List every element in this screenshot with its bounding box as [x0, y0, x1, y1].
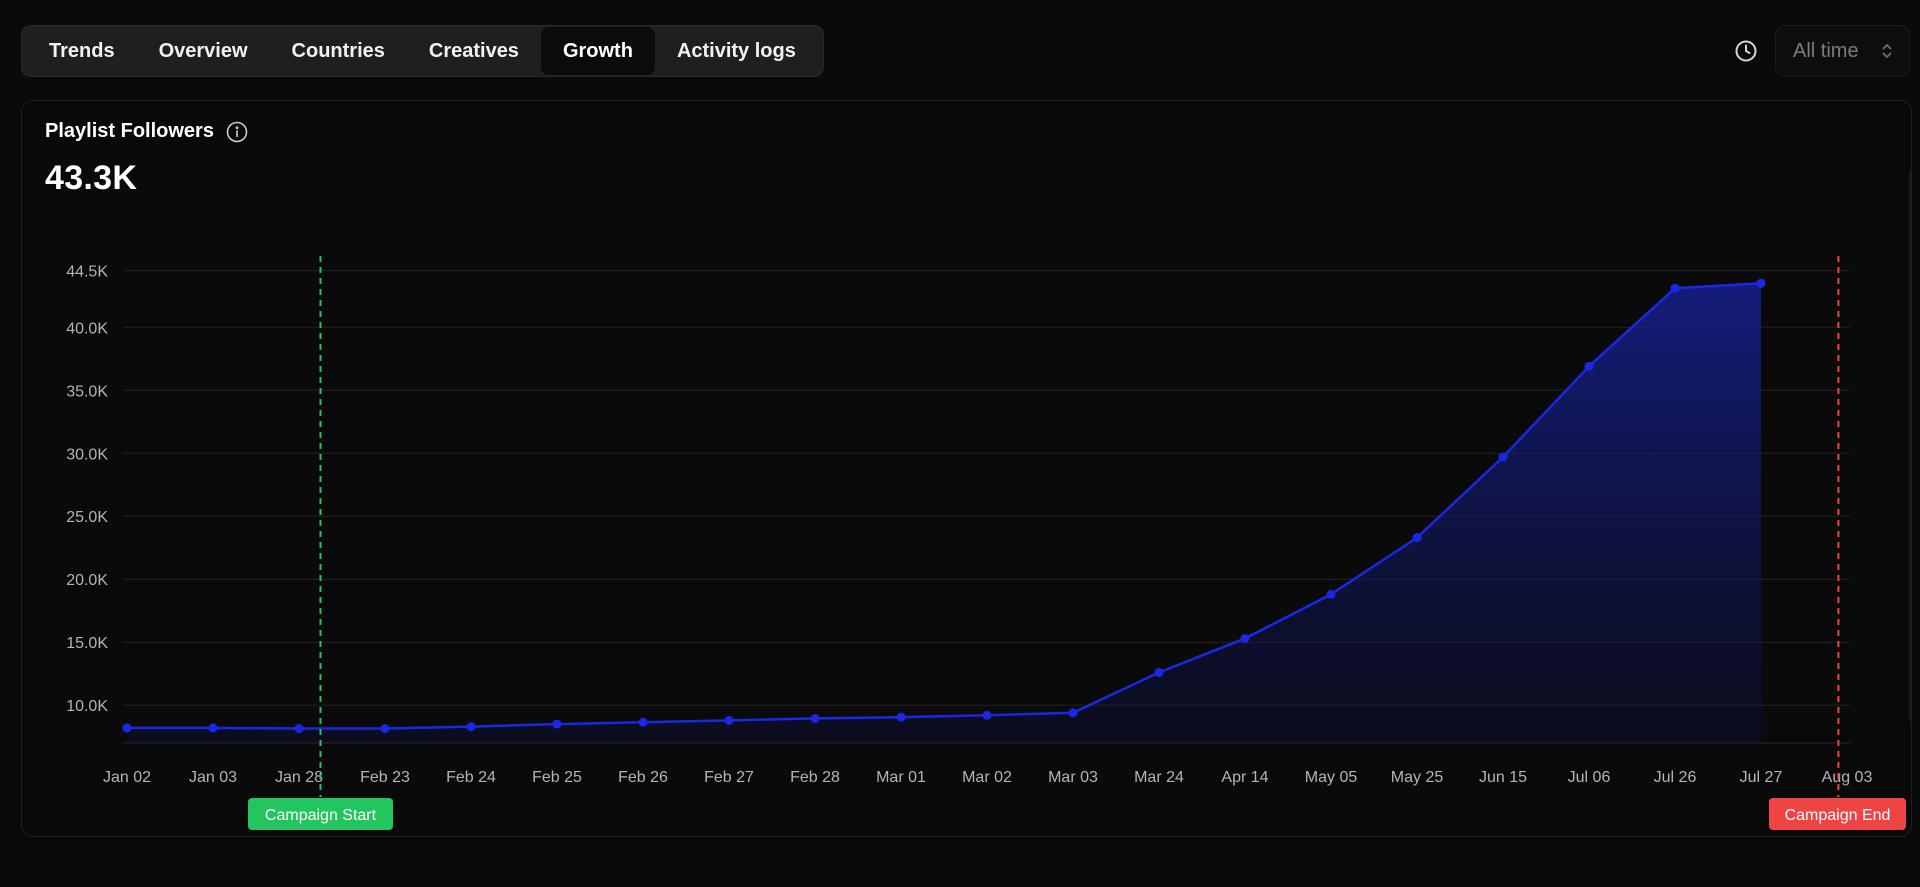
- chevron-up-down-icon: [1881, 42, 1893, 60]
- scroll-edge: [1909, 171, 1911, 721]
- time-range-select[interactable]: All time: [1775, 25, 1910, 77]
- tab-bar: Trends Overview Countries Creatives Growth Ac…: [21, 25, 824, 77]
- clock-icon[interactable]: [1732, 37, 1760, 65]
- playlist-followers-card: Playlist Followers 43.3K: [21, 100, 1912, 837]
- tab-activity-logs[interactable]: Activity logs: [655, 27, 818, 75]
- tab-growth[interactable]: Growth: [540, 27, 655, 75]
- metric-value: 43.3K: [45, 159, 138, 197]
- tab-countries[interactable]: Countries: [270, 27, 407, 75]
- card-header: Playlist Followers: [45, 120, 248, 143]
- card-title: Playlist Followers: [45, 120, 214, 142]
- tab-creatives[interactable]: Creatives: [407, 27, 541, 75]
- tab-trends[interactable]: Trends: [27, 27, 137, 75]
- info-icon[interactable]: [226, 121, 248, 143]
- tab-overview[interactable]: Overview: [137, 27, 270, 75]
- top-bar: Trends Overview Countries Creatives Growth Ac…: [0, 0, 1920, 100]
- time-range-value: All time: [1793, 39, 1859, 62]
